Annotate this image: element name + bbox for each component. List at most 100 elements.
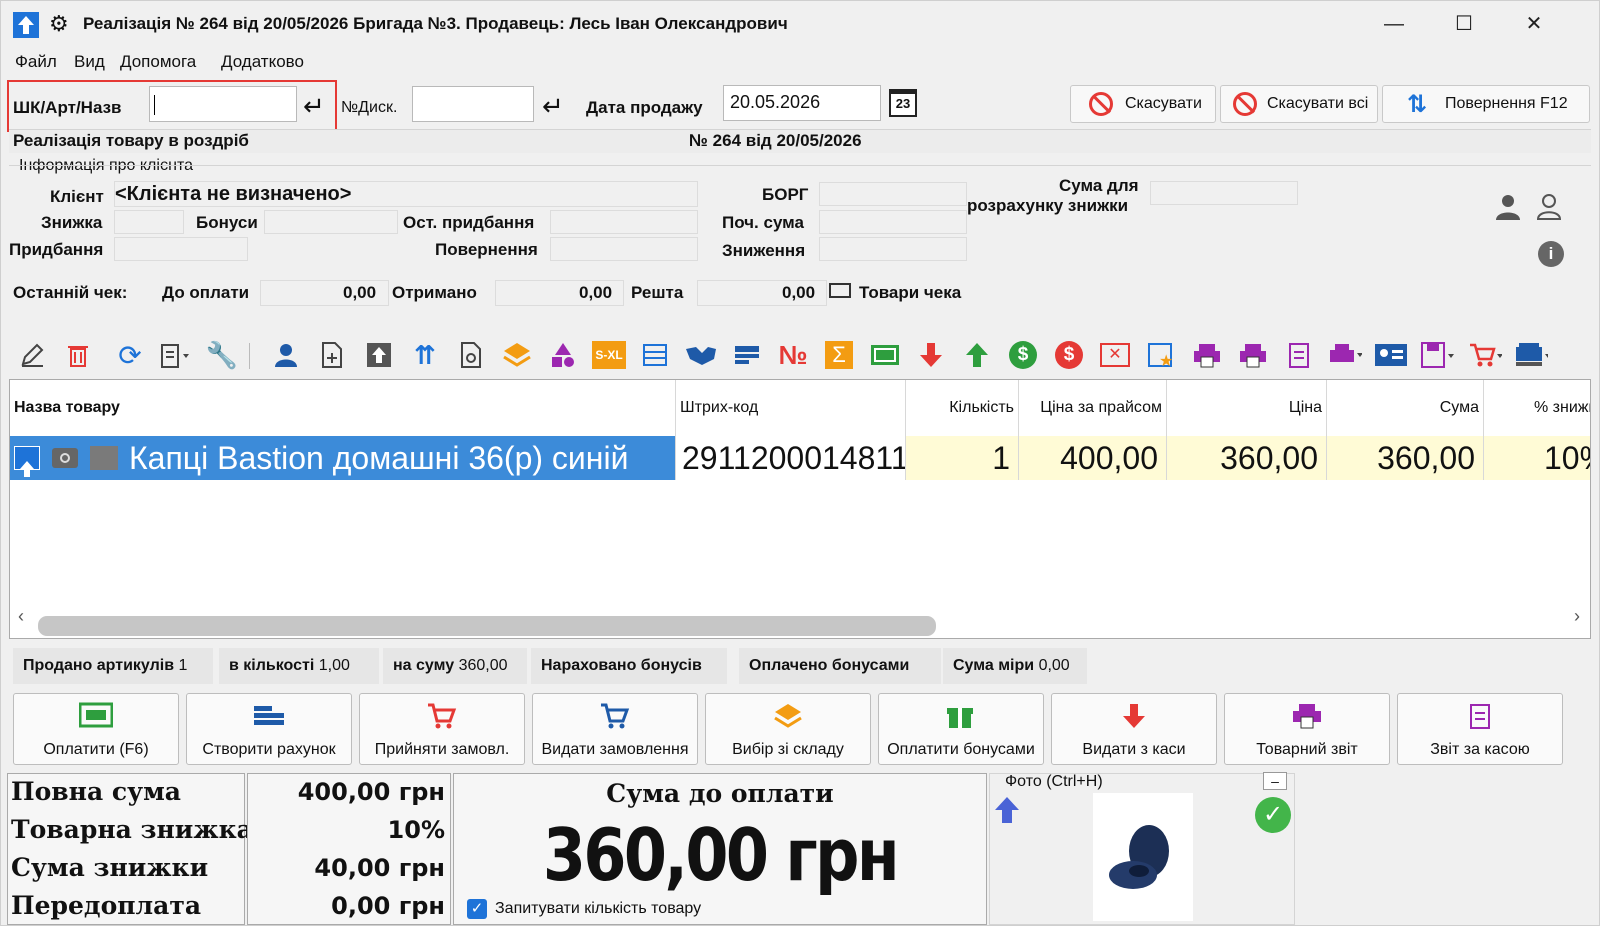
table-row-name-cell[interactable]: Капці Bastion домашні 36(р) синій xyxy=(10,436,676,480)
create-invoice-button[interactable]: Створити рахунок xyxy=(186,693,352,765)
up-arrow-icon[interactable] xyxy=(14,446,40,477)
print-2-icon[interactable] xyxy=(1236,338,1270,372)
card-icon[interactable] xyxy=(730,338,764,372)
goods-table[interactable]: Назва товару Штрих-код Кількість Ціна за… xyxy=(9,379,1591,639)
received-label: Отримано xyxy=(392,283,477,302)
menu-file[interactable]: Файл xyxy=(15,52,57,72)
start-sum-label: Поч. сума xyxy=(722,213,804,232)
column-header-discount[interactable]: % знижк xyxy=(1484,380,1590,436)
down-arrow-icon[interactable] xyxy=(914,338,948,372)
barcode-input[interactable] xyxy=(149,86,297,122)
pay-button[interactable]: Оплатити (F6) xyxy=(13,693,179,765)
close-button[interactable]: ✕ xyxy=(1519,11,1549,37)
column-header-sum[interactable]: Сума xyxy=(1327,380,1484,436)
doc-settings-icon[interactable] xyxy=(454,338,488,372)
column-header-list-price[interactable]: Ціна за прайсом xyxy=(1019,380,1167,436)
gear-icon[interactable]: ⚙ xyxy=(49,11,69,37)
stat-bonus-paid: Оплачено бонусами xyxy=(739,648,941,684)
scroll-left-arrow[interactable]: ‹ xyxy=(18,606,24,627)
pay-bonus-button[interactable]: Оплатити бонусами xyxy=(878,693,1044,765)
cart-icon[interactable] xyxy=(1468,338,1502,372)
pos-icon[interactable] xyxy=(1514,338,1548,372)
cancel-box-icon[interactable]: ✕ xyxy=(1098,338,1132,372)
table-row-barcode-cell[interactable]: 2911200014811 xyxy=(676,436,906,480)
user-outline-icon[interactable] xyxy=(1536,193,1562,226)
photo-upload-icon[interactable] xyxy=(993,795,1021,830)
enter-icon[interactable]: ↵ xyxy=(542,91,564,122)
client-value: <Клієнта не визначено> xyxy=(115,183,352,205)
calendar-icon[interactable]: 23 xyxy=(889,89,917,117)
barcode-icon[interactable] xyxy=(90,446,118,470)
star-doc-icon[interactable]: ★ xyxy=(1144,338,1178,372)
table-row-discount-cell[interactable]: 10% xyxy=(1484,436,1590,480)
user-icon[interactable] xyxy=(269,338,303,372)
return-button[interactable]: ⇅ Повернення F12 xyxy=(1382,85,1590,123)
delete-icon[interactable] xyxy=(61,338,95,372)
menu-help[interactable]: Допомога xyxy=(120,52,196,72)
up-arrow-icon[interactable] xyxy=(960,338,994,372)
table-row-price-cell[interactable]: 360,00 xyxy=(1167,436,1327,480)
photo-collapse-button[interactable]: – xyxy=(1263,772,1287,790)
clipboard-icon[interactable] xyxy=(159,338,193,372)
upload-icon[interactable] xyxy=(362,338,396,372)
confirm-icon[interactable]: ✓ xyxy=(1255,797,1291,833)
list-icon[interactable] xyxy=(638,338,672,372)
pencil-icon[interactable] xyxy=(15,338,49,372)
printer-icon[interactable] xyxy=(1328,338,1362,372)
accept-order-button[interactable]: Прийняти замовл. xyxy=(359,693,525,765)
ask-qty-checkbox[interactable]: ✓ xyxy=(467,899,487,919)
cash-out-button[interactable]: Видати з каси xyxy=(1051,693,1217,765)
ask-qty-label[interactable]: Запитувати кількість товару xyxy=(495,900,701,918)
discount-calc-label-1: Сума для xyxy=(1059,176,1139,195)
refresh-icon[interactable]: ⟳ xyxy=(113,338,147,372)
new-doc-icon[interactable] xyxy=(315,338,349,372)
goods-report-button[interactable]: Товарний звіт xyxy=(1224,693,1390,765)
number-icon[interactable]: № xyxy=(776,338,810,372)
sort-icon[interactable]: ⇈ xyxy=(408,338,442,372)
cancel-all-button[interactable]: Скасувати всі xyxy=(1220,85,1378,123)
cash-report-button[interactable]: Звіт за касою xyxy=(1397,693,1563,765)
shapes-icon[interactable] xyxy=(546,338,580,372)
size-icon[interactable]: S-XL xyxy=(592,338,626,372)
layers-icon[interactable] xyxy=(500,338,534,372)
return-field xyxy=(550,237,698,261)
print-icon[interactable] xyxy=(1190,338,1224,372)
receipt-icon[interactable] xyxy=(829,283,851,298)
save-icon[interactable] xyxy=(1420,338,1454,372)
enter-icon[interactable]: ↵ xyxy=(303,91,325,122)
camera-icon[interactable] xyxy=(52,448,78,468)
stat-measure: Сума міри 0,00 xyxy=(943,648,1087,684)
date-input[interactable]: 20.05.2026 xyxy=(723,85,881,121)
minimize-button[interactable]: — xyxy=(1379,11,1409,37)
handshake-icon[interactable] xyxy=(684,338,718,372)
bonus-label: Бонуси xyxy=(196,213,258,232)
report-icon[interactable] xyxy=(1282,338,1316,372)
last-purchase-field xyxy=(550,210,698,234)
horizontal-scrollbar-thumb[interactable] xyxy=(38,616,936,636)
menu-view[interactable]: Вид xyxy=(74,52,105,72)
dollar-green-icon[interactable]: $ xyxy=(1006,338,1040,372)
info-add-icon[interactable]: i xyxy=(1538,241,1564,267)
cancel-button[interactable]: Скасувати xyxy=(1070,85,1216,123)
table-row-qty-cell[interactable]: 1 xyxy=(906,436,1019,480)
table-row-sum-cell[interactable]: 360,00 xyxy=(1327,436,1484,480)
column-header-name[interactable]: Назва товару xyxy=(10,380,676,436)
id-card-icon[interactable] xyxy=(1374,338,1408,372)
column-header-price[interactable]: Ціна xyxy=(1167,380,1327,436)
to-pay-label: До оплати xyxy=(162,283,250,302)
issue-order-button[interactable]: Видати замовлення xyxy=(532,693,698,765)
menu-extra[interactable]: Додатково xyxy=(221,52,304,72)
column-header-qty[interactable]: Кількість xyxy=(906,380,1019,436)
maximize-button[interactable]: ☐ xyxy=(1449,11,1479,37)
user-icon[interactable] xyxy=(1495,193,1521,226)
check-items-link[interactable]: Товари чека xyxy=(859,283,961,303)
dollar-red-icon[interactable]: $ xyxy=(1052,338,1086,372)
table-row-list-price-cell[interactable]: 400,00 xyxy=(1019,436,1167,480)
cash-icon[interactable] xyxy=(868,338,902,372)
disc-input[interactable] xyxy=(412,86,534,122)
select-warehouse-button[interactable]: Вибір зі складу xyxy=(705,693,871,765)
sum-icon[interactable]: Σ xyxy=(822,338,856,372)
wrench-icon[interactable]: 🔧 xyxy=(205,338,239,372)
scroll-right-arrow[interactable]: › xyxy=(1574,606,1580,627)
column-header-barcode[interactable]: Штрих-код xyxy=(676,380,906,436)
